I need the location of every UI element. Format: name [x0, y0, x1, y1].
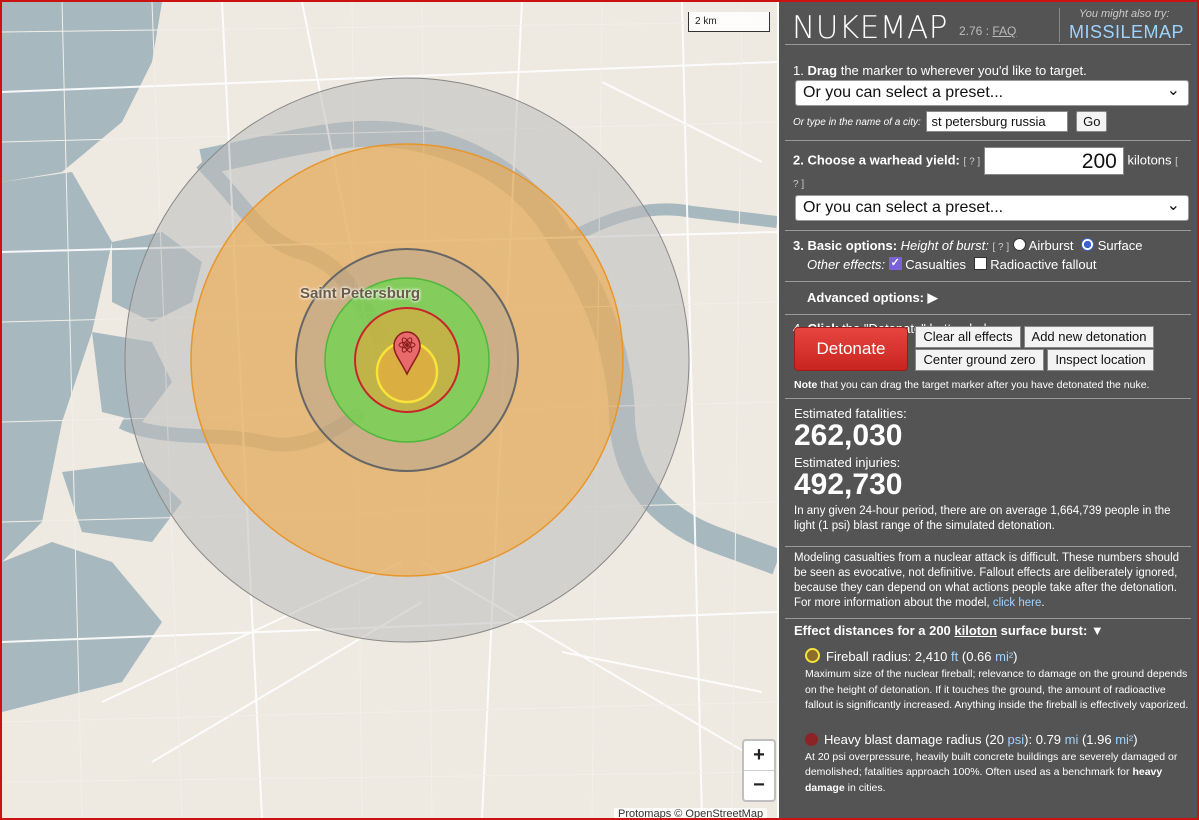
add-detonation-button[interactable]: Add new detonation	[1024, 326, 1154, 348]
panel-header: NUKEMAP 2.76 : FAQ You might also try: M…	[779, 2, 1197, 46]
population-note: In any given 24-hour period, there are o…	[794, 505, 1171, 532]
drag-note: Note that you can drag the target marker…	[794, 379, 1150, 391]
inspect-location-button[interactable]: Inspect location	[1047, 349, 1154, 371]
center-ground-zero-button[interactable]: Center ground zero	[915, 349, 1044, 371]
city-label: Saint Petersburg	[300, 285, 421, 302]
detonate-button[interactable]: Detonate	[794, 327, 908, 371]
divider	[785, 546, 1191, 547]
step-3: 3. Basic options: Height of burst: [ ? ]…	[779, 231, 1197, 277]
city-input[interactable]: st petersburg russia	[926, 111, 1069, 132]
effects-heading[interactable]: Effect distances for a 200 kiloton surfa…	[794, 623, 1189, 638]
advanced-options-toggle[interactable]: Advanced options: ▶	[779, 282, 1197, 314]
heavy-blast-entry: Heavy blast damage radius (20 psi): 0.79…	[805, 731, 1178, 794]
yield-preset-select[interactable]: Or you can select a preset...	[795, 194, 1189, 221]
scale-bar: 2 km	[688, 12, 770, 32]
height-help-link[interactable]: [ ? ]	[992, 242, 1009, 253]
injuries-count: 492,730	[794, 468, 903, 501]
map-attribution[interactable]: Protomaps © OpenStreetMap	[614, 808, 768, 818]
results-section: Estimated fatalities: 262,030 Estimated …	[794, 406, 1189, 534]
fireball-legend-icon	[805, 648, 820, 663]
yield-input[interactable]: 200	[983, 147, 1124, 175]
clear-effects-button[interactable]: Clear all effects	[915, 326, 1021, 348]
go-button[interactable]: Go	[1076, 111, 1108, 132]
airburst-radio[interactable]	[1012, 238, 1026, 251]
divider	[785, 618, 1191, 619]
casualties-checkbox[interactable]	[888, 255, 902, 272]
faq-link[interactable]: FAQ	[992, 24, 1016, 38]
step-2: 2. Choose a warhead yield: [ ? ] 200 kil…	[779, 141, 1197, 225]
surface-radio[interactable]	[1081, 238, 1095, 251]
missilemap-link[interactable]: MISSILEMAP	[1069, 22, 1184, 43]
step-1: 1. Drag the marker to wherever you'd lik…	[779, 45, 1197, 136]
control-panel: NUKEMAP 2.76 : FAQ You might also try: M…	[779, 2, 1197, 818]
modeling-note: Modeling casualties from a nuclear attac…	[794, 552, 1180, 609]
zoom-control: + −	[742, 739, 776, 802]
nukemap-logo: NUKEMAP	[792, 10, 948, 46]
version-label: 2.76 : FAQ	[959, 24, 1017, 38]
also-try-label: You might also try:	[1079, 8, 1170, 20]
fallout-checkbox[interactable]	[973, 257, 987, 270]
fatalities-count: 262,030	[794, 419, 903, 452]
divider	[785, 398, 1191, 399]
heavy-blast-legend-icon	[805, 732, 818, 746]
city-prompt: Or type in the name of a city:	[793, 116, 921, 128]
header-divider	[1059, 8, 1060, 42]
effects-section: Effect distances for a 200 kiloton surfa…	[794, 623, 1189, 796]
zoom-out-button[interactable]: −	[744, 770, 774, 800]
click-here-link[interactable]: click here	[993, 597, 1042, 609]
target-preset-select[interactable]: Or you can select a preset...	[795, 79, 1189, 106]
fireball-entry: Fireball radius: 2,410 ft (0.66 mi²) Max…	[805, 648, 1189, 711]
map-basemap	[2, 2, 777, 818]
yield-help-link[interactable]: [ ? ]	[964, 156, 981, 167]
map-view[interactable]: 2 km Saint Petersburg + − Protomaps © Op…	[2, 2, 777, 818]
zoom-in-button[interactable]: +	[744, 741, 774, 770]
